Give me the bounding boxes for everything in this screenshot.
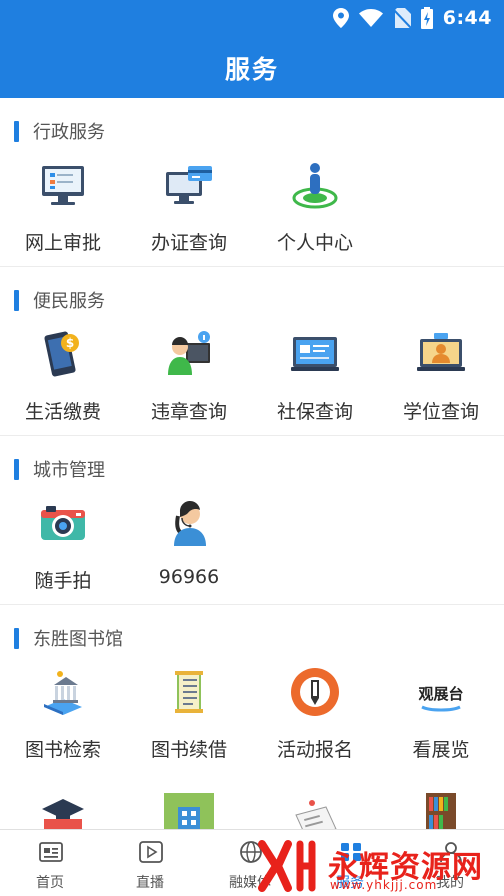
newspaper-icon (295, 800, 337, 829)
service-online-approval[interactable]: 网上审批 (0, 160, 126, 270)
service-hotline[interactable]: 96966 (126, 498, 252, 608)
status-time: 6:44 (442, 7, 492, 29)
graduation-books-icon (42, 799, 84, 829)
home-news-icon (39, 842, 63, 862)
service-graduation-books[interactable] (0, 793, 126, 829)
tab-label: 首页 (36, 875, 64, 891)
service-label: 图书续借 (150, 739, 227, 761)
exhibition-icon: 观展台 (418, 685, 464, 712)
section-accent-bar (14, 289, 19, 311)
service-label: 96966 (158, 566, 220, 588)
service-exhibition[interactable]: 观展台 看展览 (378, 667, 504, 777)
service-event-signup[interactable]: 活动报名 (252, 667, 378, 777)
service-label: 活动报名 (276, 739, 353, 761)
no-sim-icon (392, 8, 411, 28)
bill-payment-icon: $ (44, 331, 79, 377)
service-violation-query[interactable]: 违章查询 (126, 329, 252, 439)
wifi-icon (358, 9, 383, 27)
service-label: 随手拍 (34, 570, 92, 592)
section-dongsheng-library: 东胜图书馆 图书检索 图书续借 活动报名 观展台 看展览 (0, 605, 504, 829)
book-renew-icon (175, 671, 203, 713)
service-newspaper[interactable] (252, 793, 378, 829)
service-label: 网上审批 (24, 232, 101, 254)
service-content[interactable]: 行政服务 网上审批 办证查询 个人中心 便民服务 $ 生活缴费 违章查询 社保查… (0, 98, 504, 829)
tab-home[interactable]: 首页 (0, 830, 100, 896)
section-accent-bar (14, 120, 19, 142)
service-book-renew[interactable]: 图书续借 (126, 667, 252, 777)
section-accent-bar (14, 458, 19, 480)
live-play-icon (139, 841, 163, 863)
book-search-icon (44, 671, 82, 715)
tab-label: 直播 (136, 875, 164, 891)
service-bill-payment[interactable]: $ 生活缴费 (0, 329, 126, 439)
service-certificate-query[interactable]: 办证查询 (126, 160, 252, 270)
tab-live[interactable]: 直播 (100, 830, 200, 896)
certificate-query-icon (166, 166, 212, 204)
section-header: 东胜图书馆 (14, 625, 123, 651)
service-personal-center[interactable]: 个人中心 (252, 160, 378, 270)
social-security-icon (291, 337, 339, 371)
online-approval-icon (42, 166, 84, 205)
section-accent-bar (14, 627, 19, 649)
hotline-operator-icon (174, 500, 206, 546)
section-administrative: 行政服务 网上审批 办证查询 个人中心 (0, 98, 504, 267)
page-title: 服务 (224, 55, 279, 84)
service-label: 图书检索 (24, 739, 101, 761)
service-label: 看展览 (412, 739, 470, 761)
status-bar: 6:44 (332, 6, 492, 30)
service-label: 违章查询 (150, 401, 227, 423)
camera-icon (41, 506, 85, 540)
watermark-url: www.yhkjjj.com (330, 878, 438, 892)
service-snapshot[interactable]: 随手拍 (0, 498, 126, 608)
degree-query-icon (417, 333, 465, 371)
service-building[interactable] (126, 793, 252, 829)
service-bookshelf[interactable] (378, 793, 504, 829)
section-convenience: 便民服务 $ 生活缴费 违章查询 社保查询 学位查询 (0, 267, 504, 436)
service-label: 办证查询 (150, 232, 227, 254)
section-header: 便民服务 (14, 287, 105, 313)
section-city-management: 城市管理 随手拍 96966 (0, 436, 504, 605)
svg-text:$: $ (66, 336, 74, 350)
section-title: 城市管理 (33, 460, 105, 481)
service-book-search[interactable]: 图书检索 (0, 667, 126, 777)
service-social-security[interactable]: 社保查询 (252, 329, 378, 439)
location-icon (332, 8, 349, 28)
watermark: 永辉资源网 www.yhkjjj.com (254, 836, 504, 896)
section-title: 东胜图书馆 (33, 629, 123, 650)
building-icon (164, 793, 214, 829)
section-title: 行政服务 (33, 122, 105, 143)
personal-center-icon (292, 163, 338, 209)
exhibition-icon-text: 观展台 (418, 685, 463, 703)
service-label: 个人中心 (276, 232, 353, 254)
service-label: 社保查询 (276, 401, 353, 423)
bookshelf-icon (426, 793, 456, 829)
service-label: 学位查询 (402, 401, 479, 423)
section-title: 便民服务 (33, 291, 105, 312)
violation-query-icon (168, 331, 210, 375)
service-label: 生活缴费 (24, 401, 101, 423)
section-header: 行政服务 (14, 118, 105, 144)
battery-charging-icon (420, 7, 433, 29)
service-degree-query[interactable]: 学位查询 (378, 329, 504, 439)
watermark-logo-icon (258, 840, 316, 892)
event-signup-icon (291, 668, 339, 716)
app-bar: 6:44 服务 (0, 0, 504, 98)
section-header: 城市管理 (14, 456, 105, 482)
